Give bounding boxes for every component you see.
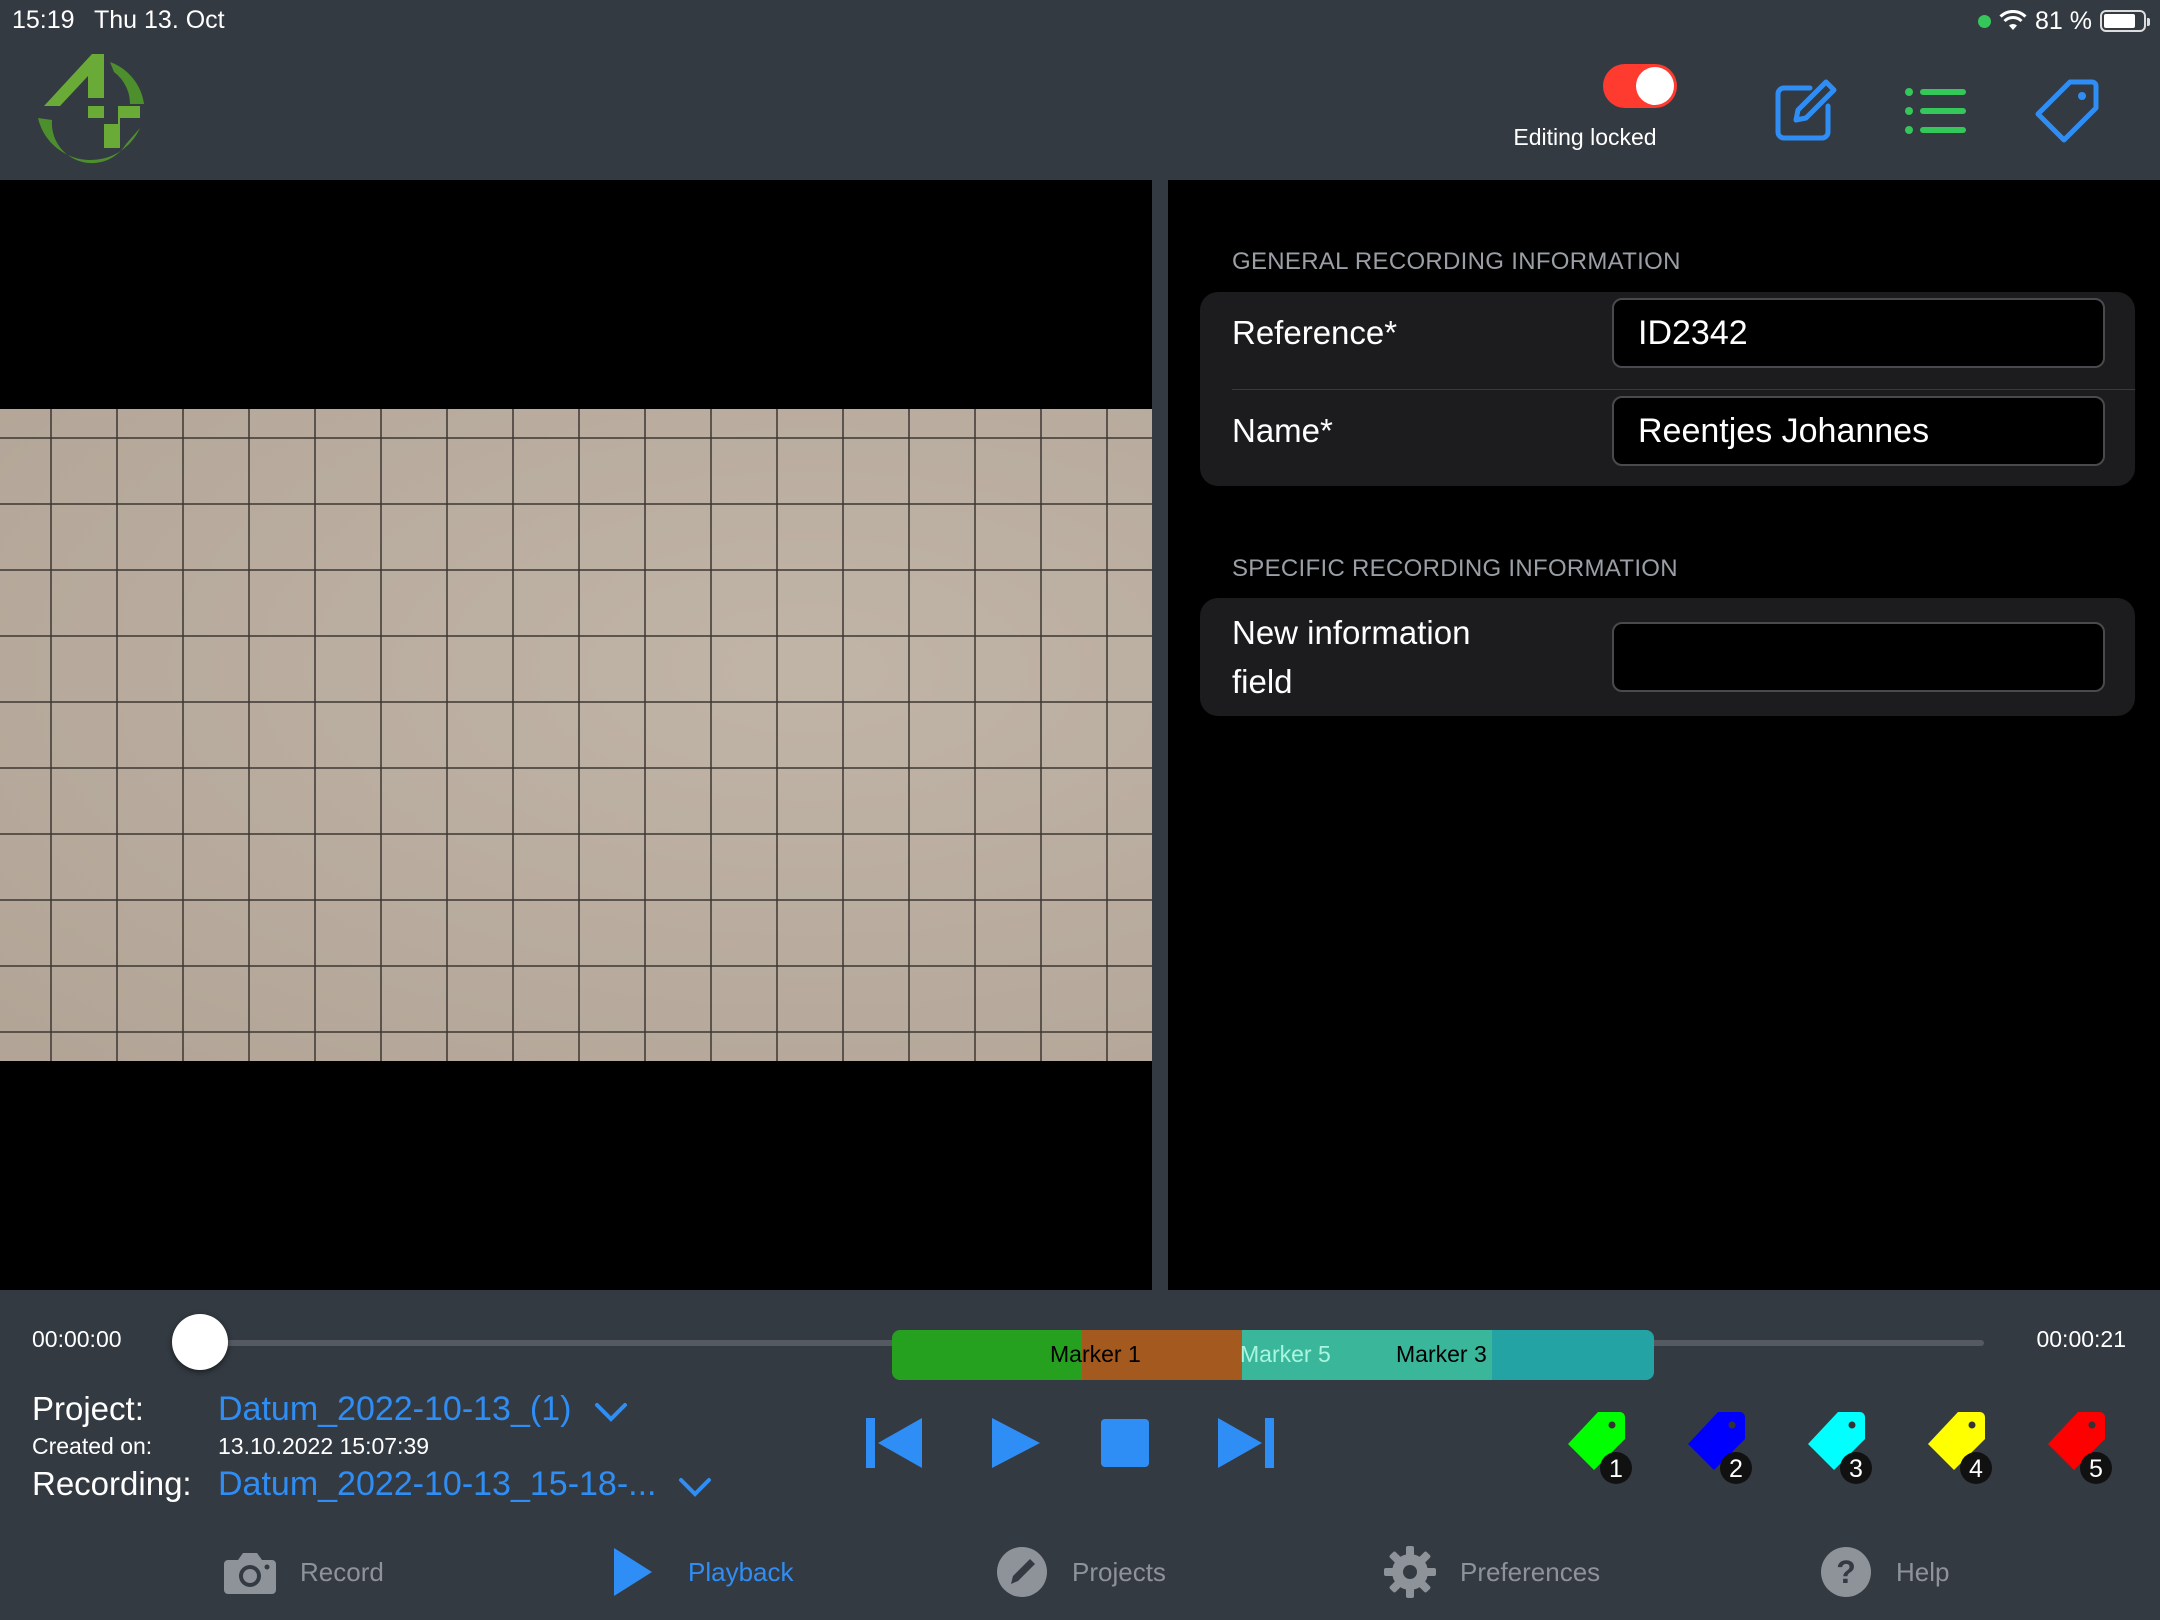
list-icon[interactable] bbox=[1902, 78, 1968, 144]
name-field[interactable]: Reentjes Johannes bbox=[1612, 396, 2105, 466]
row-separator bbox=[1232, 389, 2135, 390]
marker-tag-2-button[interactable]: 2 bbox=[1680, 1406, 1760, 1486]
tab-record[interactable]: Record bbox=[222, 1532, 384, 1612]
play-icon bbox=[614, 1548, 652, 1596]
tag-number: 5 bbox=[2089, 1455, 2103, 1483]
tag-icon[interactable] bbox=[2034, 78, 2100, 144]
recording-label: Recording: bbox=[32, 1465, 192, 1502]
skip-back-icon[interactable] bbox=[862, 1410, 928, 1476]
chevron-down-icon[interactable] bbox=[678, 1477, 712, 1497]
tab-preferences[interactable]: Preferences bbox=[1382, 1532, 1600, 1612]
specific-section-title: SPECIFIC RECORDING INFORMATION bbox=[1232, 555, 1678, 582]
name-label: Name* bbox=[1232, 412, 1333, 449]
tag-hole bbox=[1848, 1421, 1856, 1429]
marker-tag-4-button[interactable]: 4 bbox=[1920, 1406, 2000, 1486]
tag-hole bbox=[2088, 1421, 2096, 1429]
gear-icon bbox=[1384, 1546, 1436, 1598]
skip-forward-icon[interactable] bbox=[1212, 1410, 1278, 1476]
tab-projects-label: Projects bbox=[1072, 1556, 1166, 1587]
help-icon: ? bbox=[1821, 1547, 1871, 1597]
stop-icon[interactable] bbox=[1092, 1410, 1158, 1476]
battery-percent: 81 % bbox=[2035, 6, 2092, 35]
play-icon[interactable] bbox=[982, 1410, 1048, 1476]
editing-lock-toggle[interactable] bbox=[1603, 64, 1677, 108]
chevron-down-icon[interactable] bbox=[594, 1402, 628, 1422]
video-frame bbox=[0, 409, 1152, 1061]
recording-info-pane: GENERAL RECORDING INFORMATION Reference*… bbox=[1168, 180, 2160, 1290]
wifi-icon bbox=[1999, 10, 2027, 30]
pane-divider[interactable] bbox=[1152, 180, 1168, 1290]
created-on-value: 13.10.2022 15:07:39 bbox=[218, 1433, 430, 1459]
recording-selector[interactable]: Datum_2022-10-13_15-18-... bbox=[218, 1465, 657, 1504]
current-time: 00:00:00 bbox=[32, 1326, 122, 1352]
status-indicators: 81 % bbox=[1978, 6, 2150, 36]
battery-icon bbox=[2100, 10, 2150, 32]
pencil-icon bbox=[997, 1547, 1047, 1597]
svg-text:?: ? bbox=[1836, 1554, 1856, 1590]
tab-help-label: Help bbox=[1896, 1556, 1950, 1587]
created-on-label: Created on: bbox=[32, 1433, 153, 1459]
tab-playback[interactable]: Playback bbox=[610, 1532, 794, 1612]
timeline-scrubber-thumb[interactable] bbox=[172, 1314, 228, 1370]
marker-5-label: Marker 5 bbox=[1240, 1341, 1331, 1367]
tab-projects[interactable]: Projects bbox=[994, 1532, 1166, 1612]
status-time: 15:19 bbox=[12, 6, 75, 34]
marker-3-label: Marker 3 bbox=[1396, 1341, 1487, 1367]
tab-help[interactable]: ? Help bbox=[1818, 1532, 1949, 1612]
tag-hole bbox=[1968, 1421, 1976, 1429]
new-field-label-line2: field bbox=[1232, 663, 1293, 700]
camera-in-use-icon bbox=[1978, 14, 1992, 28]
tag-number: 1 bbox=[1609, 1455, 1623, 1483]
top-bar: 15:19 Thu 13. Oct 81 % Editing locked bbox=[0, 0, 2160, 180]
specific-info-group: New information field bbox=[1200, 598, 2135, 716]
battery-fill bbox=[2104, 14, 2135, 28]
video-player[interactable] bbox=[0, 180, 1152, 1290]
playback-controls: 00:00:00 00:00:21 Marker 1 Marker 5 Mark… bbox=[0, 1290, 2160, 1620]
reference-field[interactable]: ID2342 bbox=[1612, 298, 2105, 368]
tag-hole bbox=[1728, 1421, 1736, 1429]
app-logo bbox=[38, 54, 144, 164]
project-selector[interactable]: Datum_2022-10-13_(1) bbox=[218, 1390, 571, 1429]
total-time: 00:00:21 bbox=[2036, 1326, 2126, 1352]
new-field-label-line1: New information bbox=[1232, 614, 1471, 651]
toggle-knob bbox=[1636, 67, 1674, 105]
tag-number: 3 bbox=[1849, 1455, 1863, 1483]
camera-icon bbox=[224, 1553, 276, 1594]
tag-hole bbox=[1608, 1421, 1616, 1429]
marker-3-segment[interactable] bbox=[1492, 1330, 1654, 1380]
tag-number: 2 bbox=[1729, 1455, 1743, 1483]
marker-tag-3-button[interactable]: 3 bbox=[1800, 1406, 1880, 1486]
reference-label: Reference* bbox=[1232, 314, 1398, 351]
tab-preferences-label: Preferences bbox=[1460, 1556, 1601, 1587]
marker-tag-1-button[interactable]: 1 bbox=[1560, 1406, 1640, 1486]
edit-icon[interactable] bbox=[1772, 78, 1838, 144]
tab-playback-label: Playback bbox=[688, 1556, 794, 1587]
tab-record-label: Record bbox=[300, 1556, 384, 1587]
status-date: Thu 13. Oct bbox=[94, 6, 225, 34]
general-info-group: Reference* ID2342 Name* Reentjes Johanne… bbox=[1200, 292, 2135, 486]
marker-1-label: Marker 1 bbox=[1050, 1341, 1141, 1367]
new-information-field[interactable] bbox=[1612, 622, 2105, 692]
marker-tag-5-button[interactable]: 5 bbox=[2040, 1406, 2120, 1486]
editing-lock-label: Editing locked bbox=[1513, 124, 1657, 150]
project-label: Project: bbox=[32, 1390, 144, 1427]
tag-number: 4 bbox=[1969, 1455, 1983, 1483]
new-field-label: New information field bbox=[1232, 608, 1470, 706]
tab-bar: Record Playback Projects Preferences ? H… bbox=[0, 1532, 2160, 1620]
general-section-title: GENERAL RECORDING INFORMATION bbox=[1232, 248, 1681, 275]
